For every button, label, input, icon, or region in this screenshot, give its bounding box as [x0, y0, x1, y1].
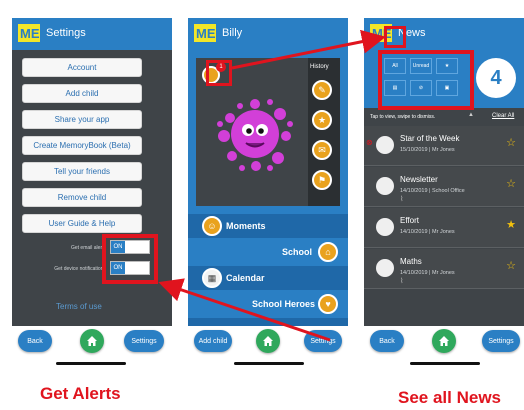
annotation-arrows	[158, 29, 386, 342]
get-alerts-caption: Get Alerts	[40, 384, 121, 403]
see-all-news-caption: See all News	[398, 388, 502, 407]
